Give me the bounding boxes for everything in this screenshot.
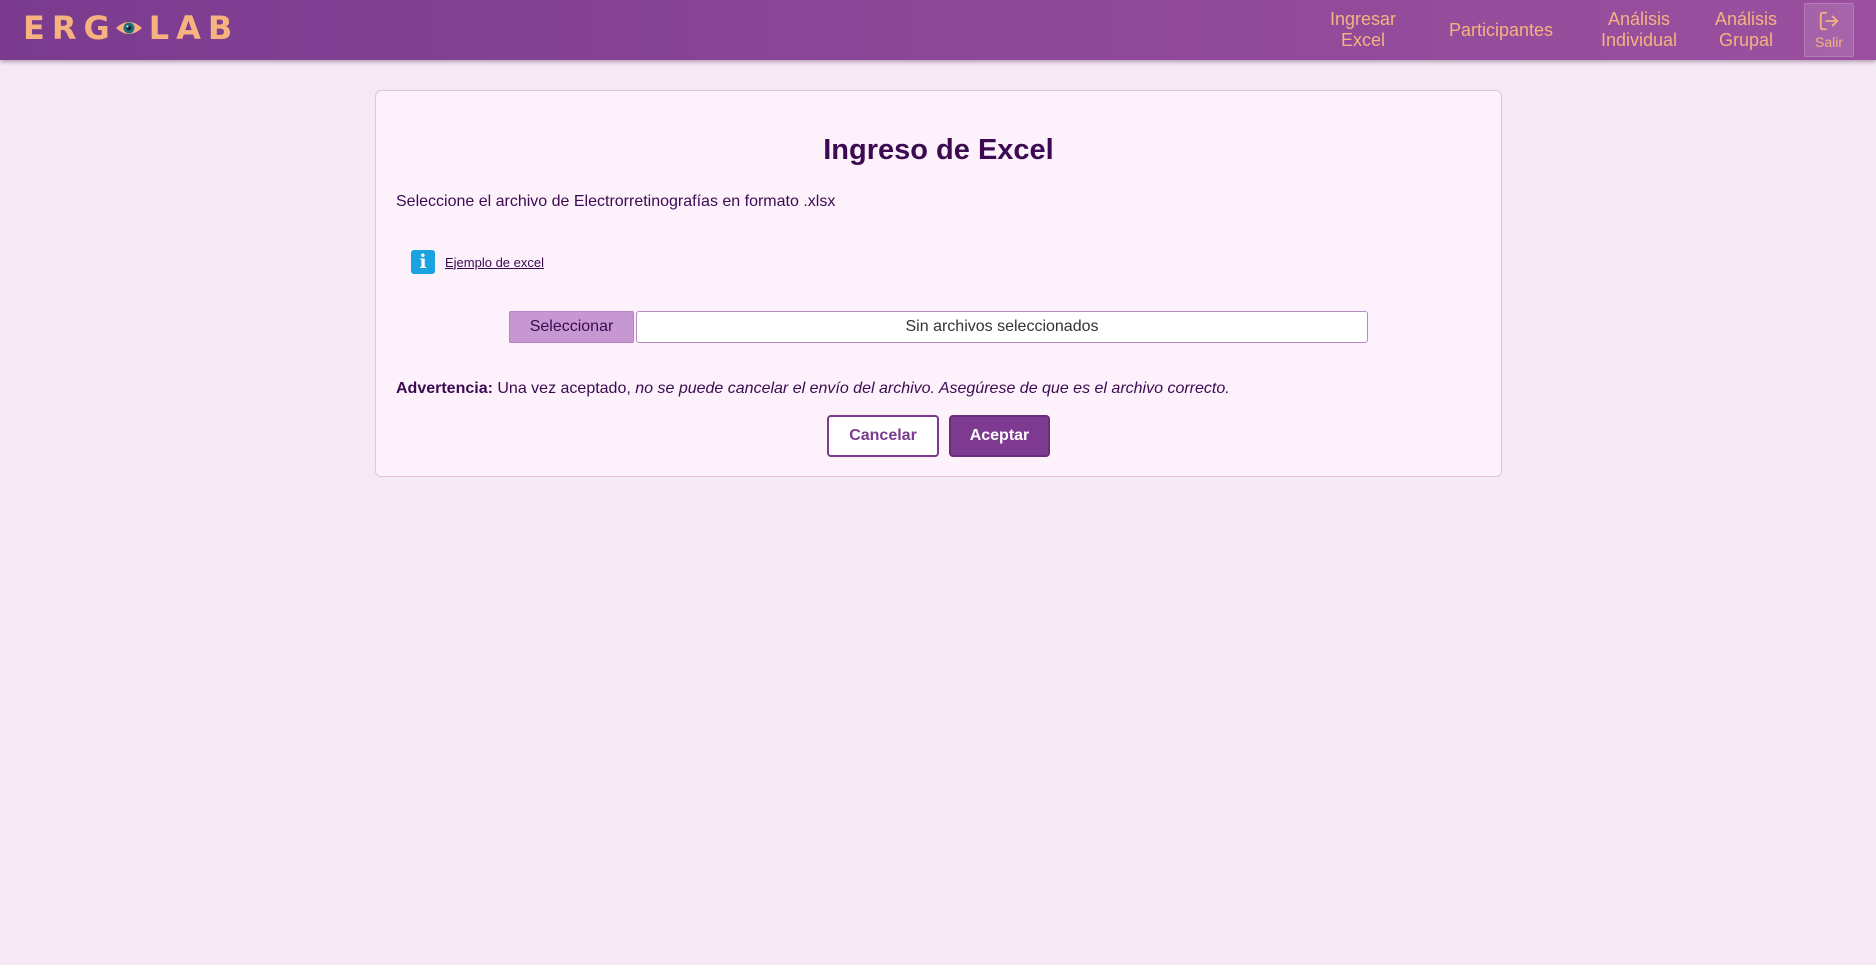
form-actions: Cancelar Aceptar [827,415,1050,457]
warning-italic-text: no se puede cancelar el envío del archiv… [635,380,1230,397]
nav-item-analisis-grupal[interactable]: Análisis Grupal [1706,9,1786,51]
selected-file-display[interactable]: Sin archivos seleccionados [636,311,1368,343]
app-logo[interactable]: ERG LAB [23,9,240,47]
select-file-button[interactable]: Seleccionar [509,311,634,343]
nav-item-analisis-individual[interactable]: Análisis Individual [1594,9,1684,51]
warning-text: Advertencia: Una vez aceptado, no se pue… [396,380,1230,398]
example-excel-link[interactable]: Ejemplo de excel [445,255,544,270]
nav-item-ingresar-excel[interactable]: Ingresar Excel [1323,9,1403,51]
file-picker: Seleccionar Sin archivos seleccionados [509,311,1368,343]
warning-label: Advertencia: [396,380,493,397]
logo-text-lab: LAB [148,9,240,47]
warning-plain-text: Una vez aceptado, [497,380,631,397]
eye-icon [115,22,142,34]
logout-icon [1819,11,1839,31]
exit-label: Salir [1814,34,1843,50]
info-icon[interactable]: i [411,250,435,274]
cancel-button[interactable]: Cancelar [827,415,939,457]
exit-button[interactable]: Salir [1804,3,1854,57]
page-title: Ingreso de Excel [823,134,1054,166]
top-navbar: ERG LAB Ingresar Excel Participantes Aná… [0,0,1876,60]
accept-button[interactable]: Aceptar [949,415,1050,457]
instructions-text: Seleccione el archivo de Electrorretinog… [396,193,836,210]
upload-card: Ingreso de Excel Seleccione el archivo d… [375,90,1502,477]
nav-item-participantes[interactable]: Participantes [1442,20,1560,41]
main-nav: Ingresar Excel Participantes Análisis In… [1323,0,1876,60]
example-info-row: i Ejemplo de excel [411,250,544,274]
logo-text-erg: ERG [23,9,117,47]
